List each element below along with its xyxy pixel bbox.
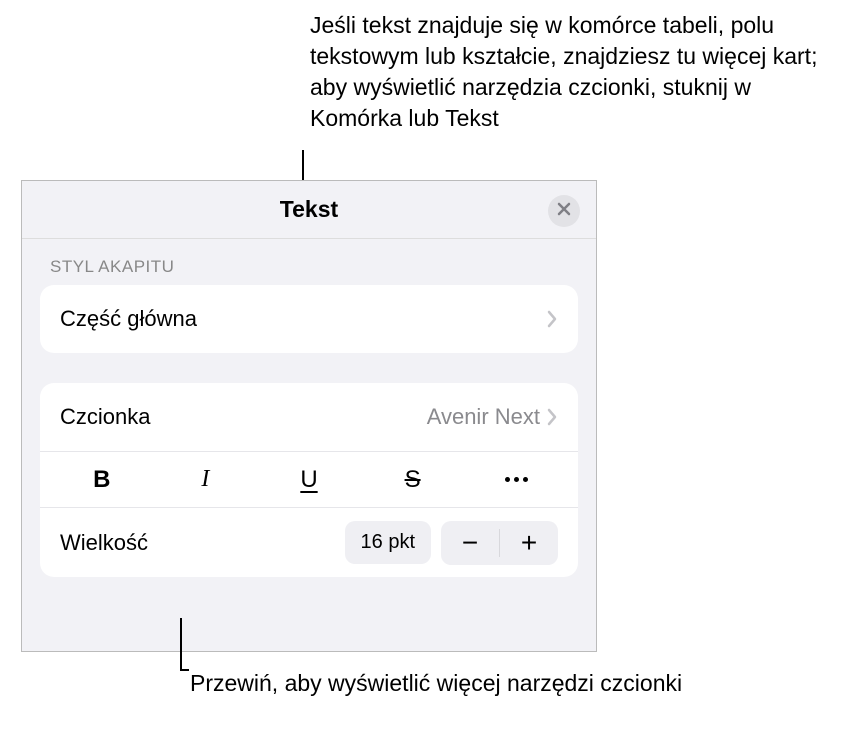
size-stepper: − + bbox=[441, 521, 558, 565]
callout-line bbox=[180, 618, 182, 670]
strikethrough-button[interactable]: S bbox=[361, 452, 465, 507]
close-button[interactable] bbox=[548, 195, 580, 227]
strikethrough-icon: S bbox=[405, 466, 421, 494]
paragraph-style-row[interactable]: Część główna bbox=[40, 285, 578, 353]
italic-icon: I bbox=[201, 466, 209, 493]
chevron-right-icon bbox=[546, 408, 558, 426]
chevron-right-icon bbox=[546, 310, 558, 328]
close-icon bbox=[557, 202, 571, 221]
format-row: B I U S bbox=[40, 451, 578, 507]
panel-header: Tekst bbox=[22, 181, 596, 239]
bold-icon: B bbox=[93, 466, 110, 494]
italic-button[interactable]: I bbox=[154, 452, 258, 507]
font-row[interactable]: Czcionka Avenir Next bbox=[40, 383, 578, 451]
font-label: Czcionka bbox=[60, 404, 427, 430]
font-card: Czcionka Avenir Next B I U S bbox=[40, 383, 578, 577]
underline-button[interactable]: U bbox=[257, 452, 361, 507]
bold-button[interactable]: B bbox=[50, 452, 154, 507]
callout-text-bottom: Przewiń, aby wyświetlić więcej narzędzi … bbox=[190, 668, 690, 699]
text-format-panel: Tekst STYL AKAPITU Część główna Czcionka… bbox=[21, 180, 597, 652]
panel-title: Tekst bbox=[280, 196, 338, 223]
more-icon bbox=[505, 477, 528, 482]
font-value: Avenir Next bbox=[427, 404, 540, 430]
section-label-paragraph-style: STYL AKAPITU bbox=[22, 239, 596, 285]
size-label: Wielkość bbox=[60, 530, 345, 556]
more-formats-button[interactable] bbox=[464, 452, 568, 507]
size-decrease-button[interactable]: − bbox=[441, 521, 499, 565]
size-value-button[interactable]: 16 pkt bbox=[345, 521, 431, 564]
paragraph-style-card: Część główna bbox=[40, 285, 578, 353]
underline-icon: U bbox=[300, 466, 317, 494]
paragraph-style-value: Część główna bbox=[60, 306, 546, 332]
size-increase-button[interactable]: + bbox=[500, 521, 558, 565]
callout-line bbox=[180, 669, 189, 671]
callout-text-top: Jeśli tekst znajduje się w komórce tabel… bbox=[310, 10, 840, 134]
size-row: Wielkość 16 pkt − + bbox=[40, 507, 578, 577]
